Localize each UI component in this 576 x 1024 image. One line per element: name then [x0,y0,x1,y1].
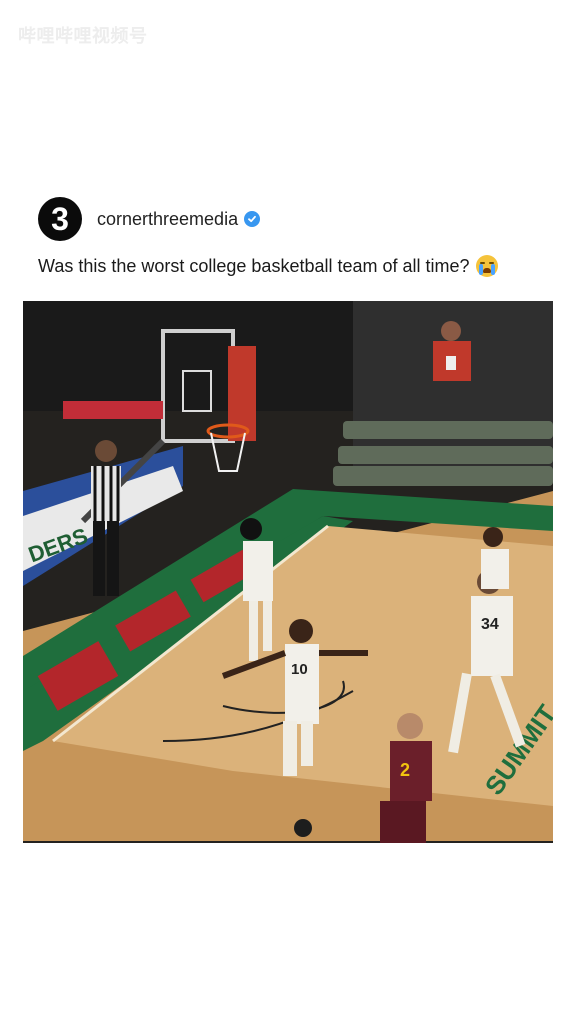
loudly-crying-face-emoji-icon [475,255,498,277]
caption-text: Was this the worst college basketball te… [38,255,470,276]
watermark-text: 哔哩哔哩视频号 [18,26,148,46]
avatar[interactable]: 3 [38,197,82,241]
jersey-number: 34 [481,616,499,633]
basketball-game-frame: SUMMIT DERS 10 34 2 [23,301,553,843]
avatar-text: 3 [51,201,69,237]
verified-badge-icon [244,211,261,227]
post-caption: Was this the worst college basketball te… [38,255,498,277]
username[interactable]: cornerthreemedia [97,209,238,230]
jersey-number: 10 [291,661,308,678]
jersey-number: 2 [400,760,410,780]
post-header: 3 cornerthreemedia [38,197,261,241]
video-player[interactable]: SUMMIT DERS 10 34 2 [23,301,553,843]
